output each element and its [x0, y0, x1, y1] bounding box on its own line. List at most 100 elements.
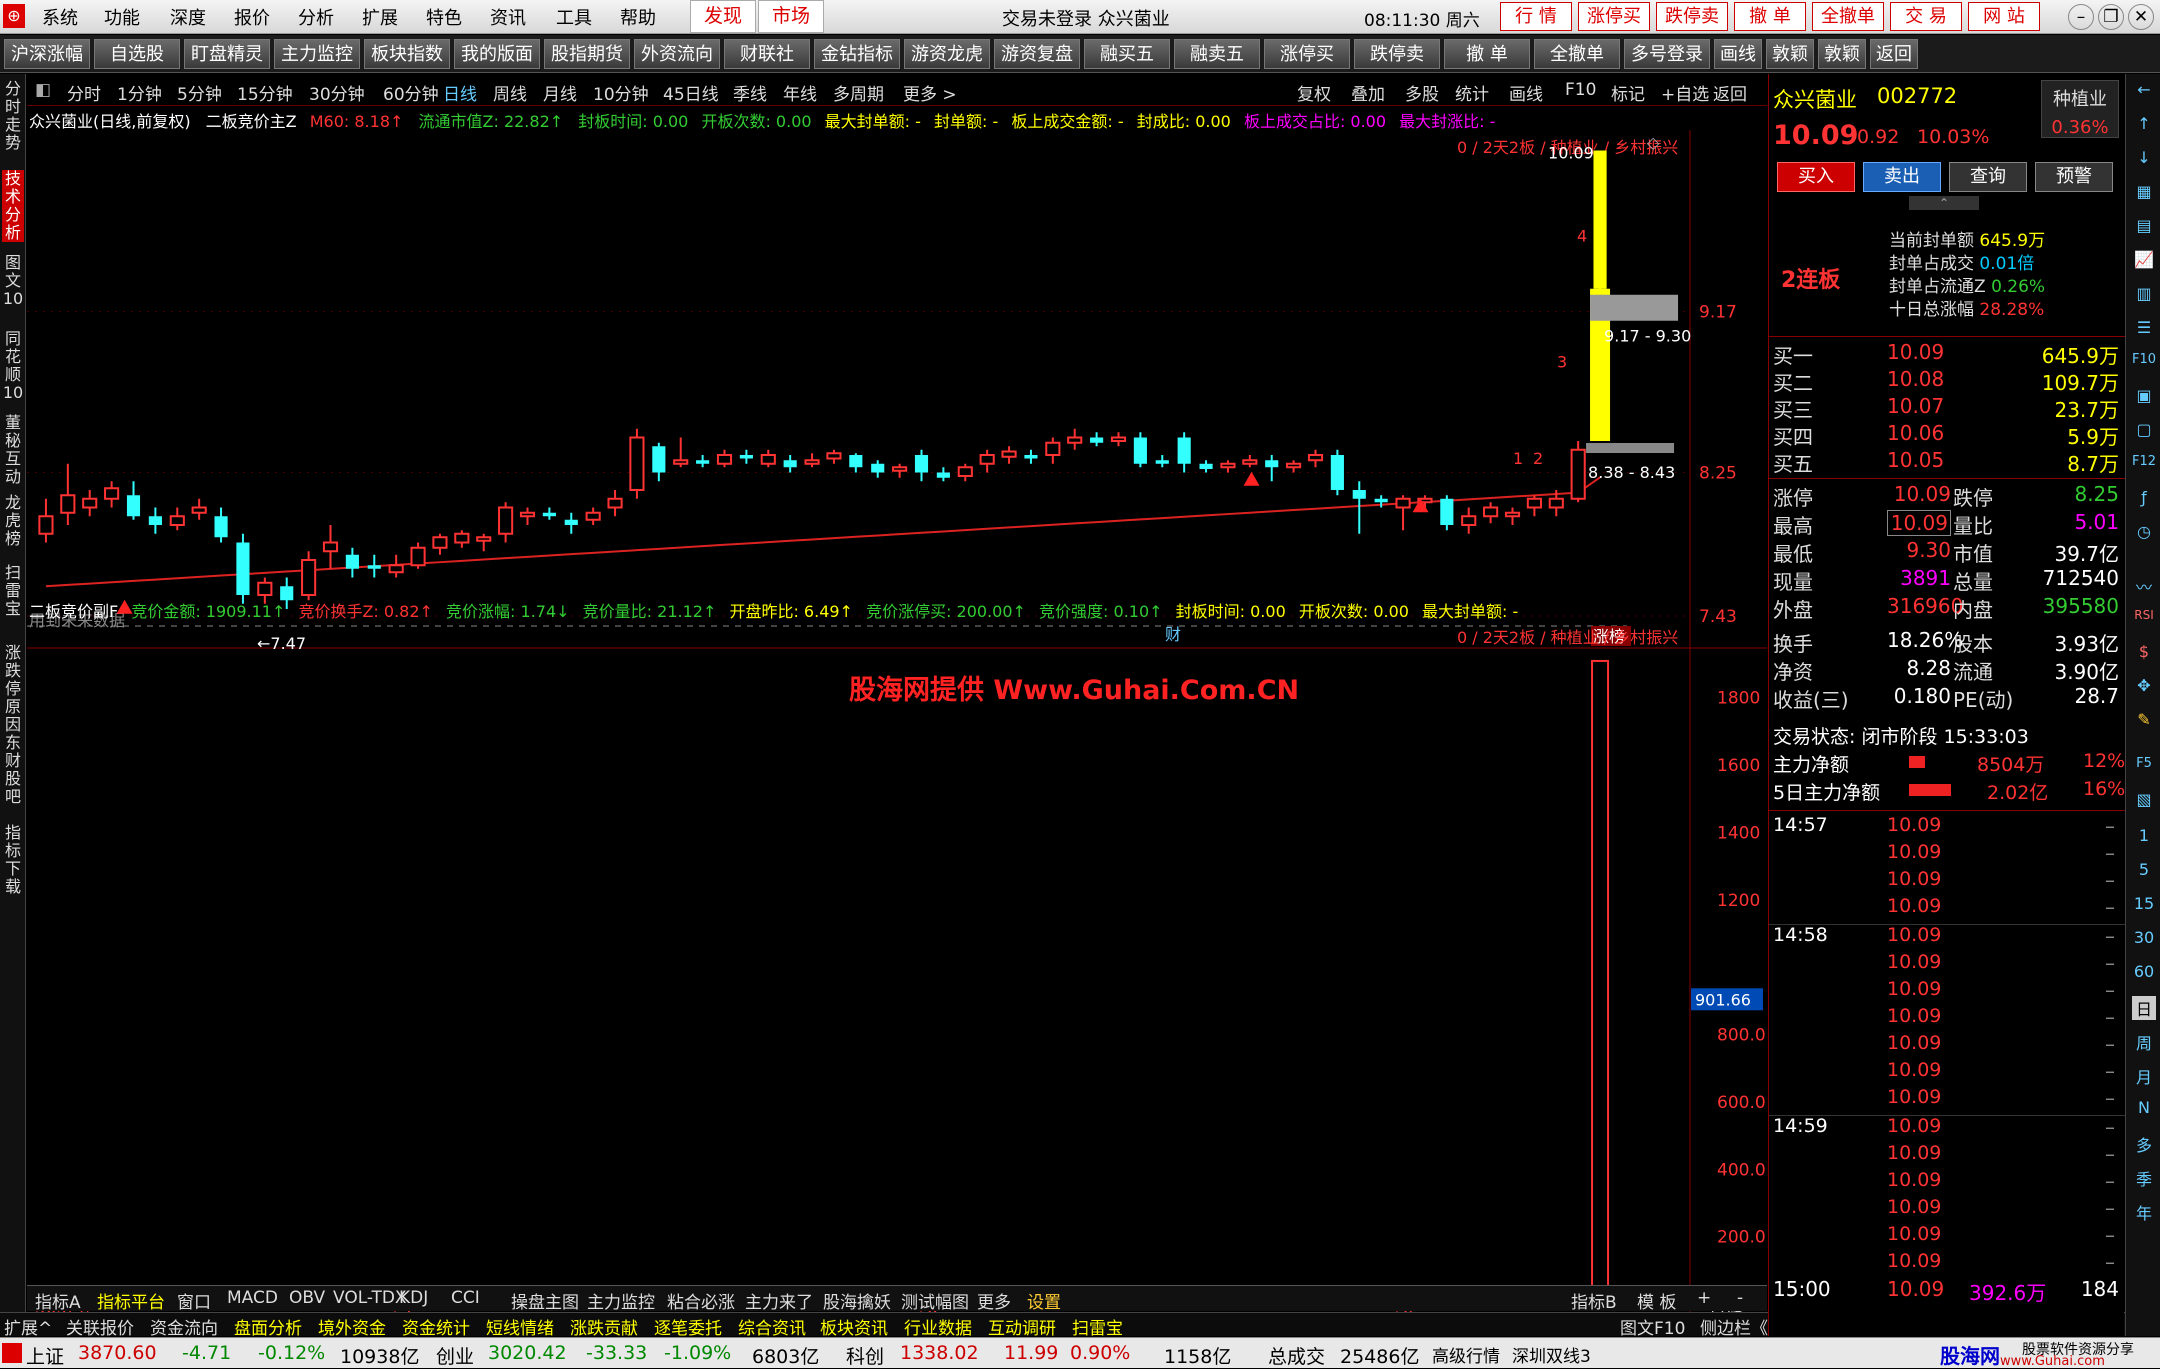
candle-body[interactable]	[957, 466, 973, 477]
candle-body[interactable]	[60, 494, 76, 514]
period-tab[interactable]: 15分钟	[237, 80, 293, 105]
period-shortcut[interactable]: N	[2132, 1098, 2156, 1117]
indicator-tab-right[interactable]: 模 板	[1637, 1288, 1676, 1313]
chart-tool[interactable]: 复权	[1297, 80, 1331, 105]
chart-tool[interactable]: F10	[1565, 80, 1596, 100]
candle-body[interactable]	[1526, 497, 1542, 509]
candle-body[interactable]	[1395, 497, 1411, 509]
candle-body[interactable]	[519, 511, 536, 518]
move-icon[interactable]: ✥	[2132, 676, 2156, 695]
candle-body[interactable]	[388, 564, 404, 574]
tick-list[interactable]: 14:57 10.09 – 10.09 – 10.09 – 10.09 – 14:58 10.09 –…	[1769, 814, 2125, 1334]
candle-body[interactable]	[1352, 490, 1366, 499]
toolbar-button[interactable]: 返回	[1870, 39, 1918, 69]
indicator-tab[interactable]: 设置	[1027, 1288, 1061, 1313]
candle-body[interactable]	[236, 542, 250, 596]
left-tab[interactable]: 指标下载	[2, 824, 24, 896]
sh-label[interactable]: 上证	[26, 1342, 64, 1369]
f10-icon[interactable]: F10	[2132, 352, 2156, 367]
period-tab[interactable]: 年线	[783, 80, 817, 105]
toolbar-button[interactable]: 撤 单	[1444, 39, 1530, 69]
candle-body[interactable]	[1461, 515, 1477, 526]
period-tab[interactable]: 60分钟	[383, 80, 439, 105]
period-tab[interactable]: 45日线	[663, 80, 719, 105]
candle-body[interactable]	[191, 506, 207, 514]
f5-icon[interactable]: F5	[2132, 756, 2156, 771]
period-shortcut[interactable]: 60	[2132, 962, 2156, 981]
candle-body[interactable]	[1024, 455, 1038, 459]
bottom-link[interactable]: 资金流向	[150, 1314, 218, 1339]
industry-badge[interactable]: 种植业 0.36%	[2041, 80, 2119, 138]
toolbar-button[interactable]: 融买五	[1084, 39, 1170, 69]
candle-body[interactable]	[1265, 460, 1279, 468]
candle-body[interactable]	[1199, 463, 1213, 469]
left-tab[interactable]: 同花顺10	[2, 330, 24, 402]
menu-item[interactable]: 功能	[104, 4, 140, 30]
candle-body[interactable]	[169, 515, 185, 526]
candle-body[interactable]	[214, 516, 228, 538]
close-icon[interactable]: ✕	[2128, 4, 2154, 30]
toolbar-button[interactable]: 盯盘精灵	[184, 39, 270, 69]
indicator-tab-right[interactable]: 指标B	[1571, 1288, 1617, 1313]
menu-item[interactable]: 特色	[426, 4, 462, 30]
alert-button[interactable]: 预警	[2035, 162, 2113, 192]
candle-body[interactable]	[585, 511, 601, 521]
indicator-tab[interactable]: 指标平台	[97, 1288, 165, 1313]
candle-body[interactable]	[607, 497, 623, 509]
side-link[interactable]: 侧边栏《	[1700, 1314, 1768, 1339]
indicator-tab[interactable]: 操盘主图	[511, 1288, 579, 1313]
table-icon[interactable]: ▤	[2132, 216, 2156, 235]
bid-row[interactable]: 买四 10.06 5.9万	[1769, 421, 2125, 449]
arrow-down-icon[interactable]: ↓	[2132, 148, 2156, 167]
period-tab[interactable]: 10分钟	[593, 80, 649, 105]
indicator-tab[interactable]: 粘合必涨	[667, 1288, 735, 1313]
menu-item[interactable]: 扩展	[362, 4, 398, 30]
left-tab[interactable]: 董秘互动	[2, 414, 24, 486]
cai-marker[interactable]: 财	[1165, 625, 1181, 644]
top-action-button[interactable]: 交 易	[1890, 2, 1962, 31]
indicator-tab[interactable]: 测试幅图	[901, 1288, 969, 1313]
list-icon[interactable]: ☰	[2132, 318, 2156, 337]
chart-tool[interactable]: 统计	[1455, 80, 1489, 105]
candle-body[interactable]	[345, 554, 359, 569]
toolbar-button[interactable]: 跌停卖	[1354, 39, 1440, 69]
top-action-button[interactable]: 全撤单	[1812, 2, 1884, 31]
menu-item[interactable]: 报价	[234, 4, 270, 30]
market-menu[interactable]: 市场	[758, 0, 824, 33]
buy-button[interactable]: 买入	[1777, 162, 1855, 192]
candle-body[interactable]	[979, 454, 995, 465]
candle-body[interactable]	[1220, 462, 1236, 469]
kline-icon[interactable]: ▥	[2132, 284, 2156, 303]
candle-body[interactable]	[629, 436, 645, 491]
candle-body[interactable]	[1548, 497, 1564, 509]
panel-toggle-icon[interactable]: ◧	[35, 80, 51, 100]
candle-body[interactable]	[804, 459, 820, 465]
candle-body[interactable]	[564, 519, 578, 525]
left-tab[interactable]: 技术分析	[2, 170, 24, 242]
candle-body[interactable]	[1155, 460, 1169, 464]
top-action-button[interactable]: 涨停买	[1578, 2, 1650, 31]
period-tab[interactable]: 季线	[733, 80, 767, 105]
indicator-tab[interactable]: CCI	[451, 1288, 480, 1308]
candle-body[interactable]	[1593, 150, 1607, 289]
sell-button[interactable]: 卖出	[1863, 162, 1941, 192]
candle-body[interactable]	[914, 455, 929, 473]
sub-indicator-chart[interactable]: 1800 1600 1400 1200 901.66 800.0 600.0 400.0 200…	[27, 644, 1767, 1330]
menu-item[interactable]: 深度	[170, 4, 206, 30]
left-tab[interactable]: 扫雷宝	[2, 564, 24, 618]
candle-body[interactable]	[454, 532, 470, 544]
candle-body[interactable]	[257, 581, 273, 596]
arrow-up-icon[interactable]: ↑	[2132, 114, 2156, 133]
chart-tool[interactable]: 标记	[1611, 80, 1645, 105]
candle-body[interactable]	[1440, 498, 1454, 525]
candle-body[interactable]	[892, 466, 908, 472]
pen-icon[interactable]: ✎	[2132, 710, 2156, 729]
toolbar-button[interactable]: 游资龙虎	[904, 39, 990, 69]
toolbar-button[interactable]: 自选股	[94, 39, 180, 69]
candlestick-chart[interactable]: 9.178.257.4310.099.17 - 9.308.38 - 8.43←…	[27, 130, 1767, 650]
toolbar-button[interactable]: 股指期货	[544, 39, 630, 69]
left-tab[interactable]: 涨跌停原因	[2, 644, 24, 734]
bottom-link[interactable]: 涨跌贡献	[570, 1314, 638, 1339]
left-tab[interactable]: 图文10	[2, 254, 24, 308]
kc-label[interactable]: 科创	[846, 1342, 884, 1369]
